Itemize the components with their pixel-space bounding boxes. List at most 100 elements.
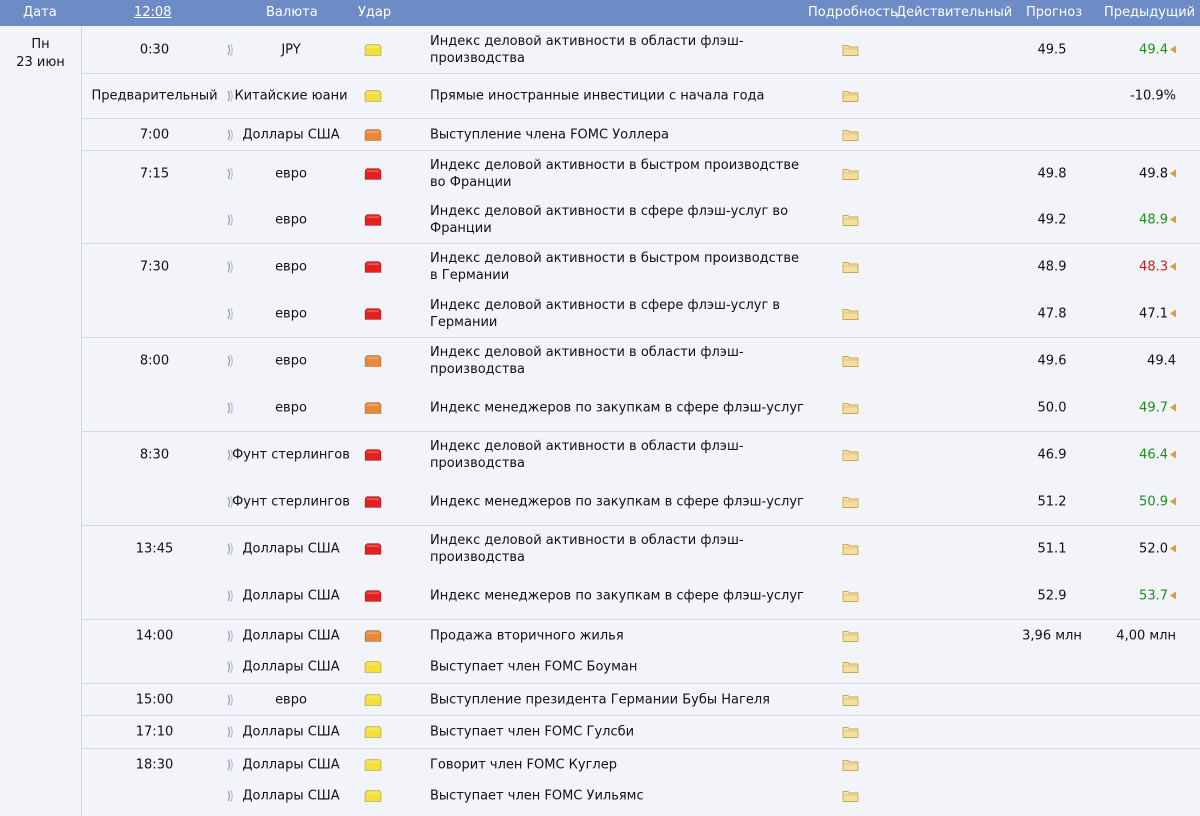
event-forecast: 46.9: [1037, 447, 1067, 463]
event-title[interactable]: Индекс деловой активности в быстром прои…: [430, 157, 810, 191]
event-row[interactable]: Доллары США Выступает член FOMC Уильямс: [82, 780, 1200, 812]
detail-folder-icon[interactable]: [842, 214, 859, 227]
event-previous: 49.7: [1094, 400, 1186, 415]
header-actual[interactable]: Действительный: [896, 5, 1012, 20]
event-title[interactable]: Индекс менеджеров по закупкам в сфере фл…: [430, 399, 810, 416]
header-detail[interactable]: Подробность: [808, 5, 898, 20]
header-forecast[interactable]: Прогноз: [1026, 5, 1082, 20]
detail-folder-icon[interactable]: [842, 128, 859, 141]
detail-folder-icon[interactable]: [842, 449, 859, 462]
table-header: Дата 12:08 Валюта Удар Подробность Дейст…: [0, 0, 1200, 26]
header-currency[interactable]: Валюта: [266, 5, 318, 20]
event-row[interactable]: Доллары США Индекс менеджеров по закупкам…: [82, 572, 1200, 619]
event-title[interactable]: Индекс деловой активности в области флэш…: [430, 344, 810, 378]
revision-arrow-icon[interactable]: [1170, 497, 1176, 505]
previous-value: 49.4: [1139, 42, 1168, 57]
revision-arrow-icon[interactable]: [1170, 450, 1176, 459]
revision-arrow-icon[interactable]: [1170, 45, 1176, 53]
impact-high-icon: [364, 543, 382, 556]
event-row[interactable]: 17:10 Доллары США Выступает член FOMC Гулс…: [82, 715, 1200, 748]
event-row[interactable]: 13:45 Доллары США Индекс деловой активност…: [82, 525, 1200, 572]
detail-folder-icon[interactable]: [842, 693, 859, 706]
event-title[interactable]: Продажа вторичного жилья: [430, 627, 810, 644]
event-forecast: 47.8: [1037, 306, 1067, 321]
event-title[interactable]: Индекс деловой активности в быстром прои…: [430, 250, 810, 284]
revision-arrow-icon[interactable]: [1170, 169, 1176, 178]
header-impact[interactable]: Удар: [358, 5, 391, 20]
event-previous: 47.1: [1094, 306, 1186, 321]
event-currency: евро: [275, 306, 307, 321]
impact-low-icon: [364, 726, 382, 739]
event-title[interactable]: Выступает член FOMC Боуман: [430, 659, 810, 676]
detail-folder-icon[interactable]: [842, 307, 859, 320]
event-row[interactable]: Фунт стерлингов Индекс менеджеров по заку…: [82, 478, 1200, 525]
event-currency: Доллары США: [242, 659, 340, 675]
event-row[interactable]: 0:30 JPY Индекс деловой активности в облас…: [82, 26, 1200, 73]
detail-folder-icon[interactable]: [842, 495, 859, 508]
event-title[interactable]: Выступает член FOMC Уильямс: [430, 788, 810, 805]
header-current-time-link[interactable]: 12:08: [134, 5, 171, 20]
event-currency: Фунт стерлингов: [232, 494, 350, 509]
event-row[interactable]: 18:30 Доллары США Говорит член FOMC Куглер: [82, 748, 1200, 780]
event-row[interactable]: 14:00 Доллары США Продажа вторичного жилья…: [82, 619, 1200, 651]
detail-folder-icon[interactable]: [842, 726, 859, 739]
event-title[interactable]: Выступление президента Германии Бубы Наг…: [430, 691, 810, 708]
event-title[interactable]: Говорит член FOMC Куглер: [430, 756, 810, 773]
event-title[interactable]: Индекс менеджеров по закупкам в сфере фл…: [430, 493, 810, 510]
event-row[interactable]: 7:30 евро Индекс деловой активности в быст…: [82, 243, 1200, 290]
event-title[interactable]: Индекс деловой активности в сфере флэш-у…: [430, 297, 810, 331]
detail-folder-icon[interactable]: [842, 401, 859, 414]
revision-arrow-icon[interactable]: [1170, 309, 1176, 317]
detail-folder-icon[interactable]: [842, 355, 859, 368]
event-row[interactable]: Доллары США Выступает член FOMC Боуман: [82, 651, 1200, 683]
event-row[interactable]: 7:00 Доллары США Выступление члена FOMC Уо…: [82, 118, 1200, 150]
header-previous[interactable]: Предыдущий: [1104, 5, 1195, 20]
event-currency: Китайские юани: [234, 88, 348, 104]
event-title[interactable]: Индекс деловой активности в области флэш…: [430, 33, 810, 67]
event-currency: Доллары США: [242, 628, 340, 643]
event-time: 0:30: [139, 42, 170, 57]
event-row[interactable]: 15:00 евро Выступление президента Германии…: [82, 683, 1200, 715]
previous-value: 52.0: [1139, 541, 1168, 557]
event-title[interactable]: Индекс деловой активности в области флэш…: [430, 438, 810, 472]
revision-arrow-icon[interactable]: [1170, 215, 1176, 224]
detail-folder-icon[interactable]: [842, 661, 859, 674]
detail-folder-icon[interactable]: [842, 43, 859, 56]
day-weekday: Пн: [31, 37, 50, 52]
detail-folder-icon[interactable]: [842, 589, 859, 602]
event-title[interactable]: Выступление члена FOMC Уоллера: [430, 126, 810, 143]
revision-arrow-icon[interactable]: [1170, 544, 1176, 553]
detail-folder-icon[interactable]: [842, 168, 859, 181]
header-date[interactable]: Дата: [23, 5, 57, 20]
event-row[interactable]: евро Индекс менеджеров по закупкам в сфер…: [82, 384, 1200, 431]
day-date: 23 июн: [16, 55, 65, 70]
event-title[interactable]: Индекс деловой активности в сфере флэш-у…: [430, 203, 810, 237]
event-title[interactable]: Прямые иностранные инвестиции с начала г…: [430, 88, 810, 105]
event-title[interactable]: Индекс деловой активности в области флэш…: [430, 532, 810, 566]
previous-value: 49.7: [1139, 400, 1168, 415]
detail-folder-icon[interactable]: [842, 758, 859, 771]
event-row[interactable]: евро Индекс деловой активности в сфере фл…: [82, 290, 1200, 337]
event-row[interactable]: 8:00 евро Индекс деловой активности в обла…: [82, 337, 1200, 384]
event-row[interactable]: 7:15 евро Индекс деловой активности в быст…: [82, 150, 1200, 197]
revision-arrow-icon[interactable]: [1170, 591, 1176, 599]
event-title[interactable]: Индекс менеджеров по закупкам в сфере фл…: [430, 587, 810, 604]
impact-low-icon: [364, 43, 382, 56]
event-time: 8:00: [139, 353, 170, 369]
detail-folder-icon[interactable]: [842, 629, 859, 642]
event-previous: 48.9: [1094, 213, 1186, 228]
event-currency: евро: [275, 259, 307, 275]
detail-folder-icon[interactable]: [842, 90, 859, 103]
event-time: 17:10: [135, 724, 174, 740]
previous-value: 4,00 млн: [1116, 628, 1176, 643]
event-forecast: 3,96 млн: [1022, 628, 1082, 643]
detail-folder-icon[interactable]: [842, 543, 859, 556]
event-row[interactable]: 8:30 Фунт стерлингов Индекс деловой активн…: [82, 431, 1200, 478]
detail-folder-icon[interactable]: [842, 790, 859, 803]
event-row[interactable]: Предварительный Китайские юани Прямые инос…: [82, 73, 1200, 118]
detail-folder-icon[interactable]: [842, 261, 859, 274]
event-row[interactable]: евро Индекс деловой активности в сфере фл…: [82, 197, 1200, 243]
event-title[interactable]: Выступает член FOMC Гулсби: [430, 724, 810, 741]
revision-arrow-icon[interactable]: [1170, 262, 1176, 271]
revision-arrow-icon[interactable]: [1170, 403, 1176, 411]
